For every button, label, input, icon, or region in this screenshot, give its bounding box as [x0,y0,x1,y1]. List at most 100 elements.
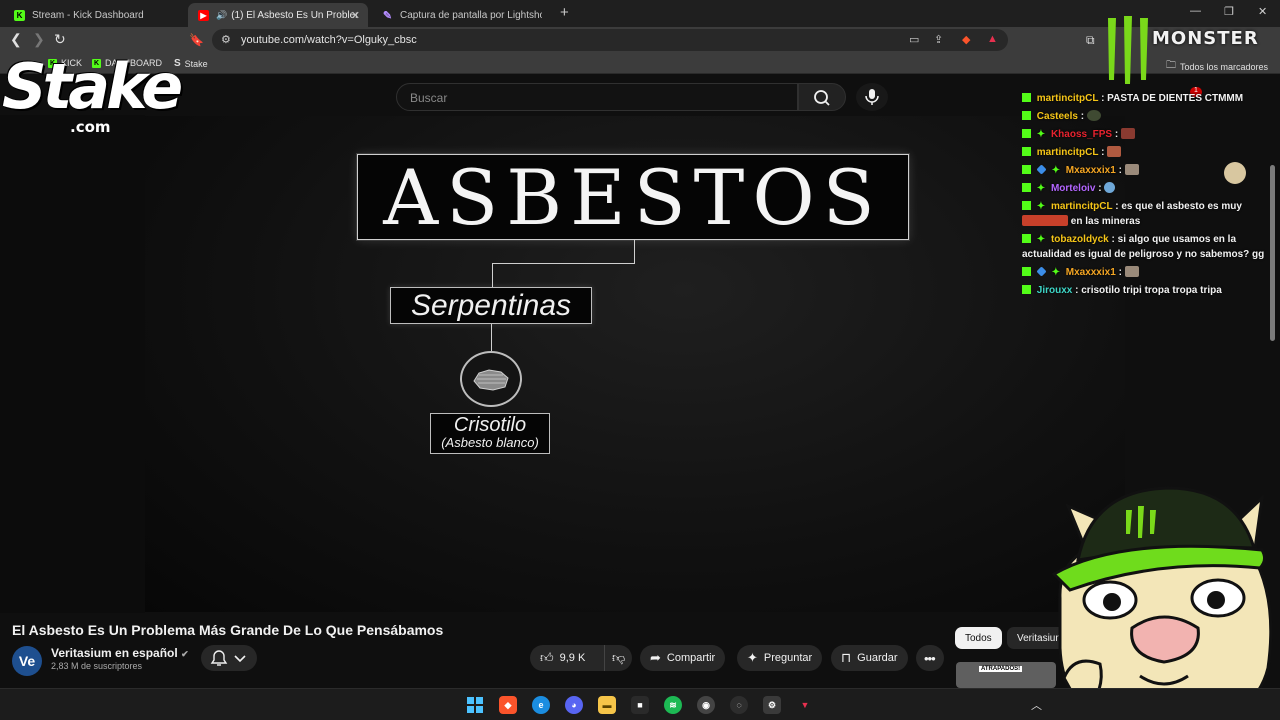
reload-icon[interactable]: ↻ [54,31,66,48]
node-main-label: Crisotilo [453,414,527,436]
new-tab-button[interactable]: + [560,4,569,21]
app-icon[interactable]: ◌ [730,696,748,714]
chat-user: martincitpCL [1036,93,1099,104]
search-button[interactable] [798,83,846,111]
like-button[interactable]: 👍︎ 9,9 K [530,645,604,671]
emote-icon [1022,215,1068,226]
subscriber-star-icon: ✦ [1051,165,1060,176]
sparkle-icon: ✦ [747,650,758,665]
kick-badge-icon [1022,234,1031,243]
thumbs-up-icon: 👍︎ [540,650,554,665]
video-player[interactable]: ASBESTOS Serpentinas Crisotilo (Asbesto … [145,116,1125,612]
channel-name[interactable]: Veritasium en español ✔ [51,646,189,660]
search-input[interactable]: Buscar [396,83,798,111]
subscriber-star-icon: ✦ [1051,267,1060,278]
chat-user: martincitpCL [1050,201,1113,212]
kick-badge-icon [1022,147,1031,156]
ask-button[interactable]: ✦ Preguntar [737,645,823,671]
close-tab-icon[interactable]: ✕ [351,9,360,22]
monster-claw-icon [1108,16,1148,84]
valorant-icon[interactable]: ▼ [796,696,814,714]
connector-line [492,263,493,287]
screen: K Stream - Kick Dashboard ▶ 🔊 (1) El Asb… [0,0,1280,720]
windows-start-icon[interactable] [466,696,484,714]
obs-icon[interactable]: ■ [631,696,649,714]
chat-text: : [1080,111,1085,122]
settings-icon[interactable]: ⚙ [763,696,781,714]
tab-label: (1) El Asbesto Es Un Problema [231,9,358,21]
file-explorer-icon[interactable]: ▬ [598,696,616,714]
mineral-rock-icon [460,351,522,407]
connector-line [491,324,492,351]
spotify-icon[interactable]: ≋ [664,696,682,714]
browser-toolbar: ❮ ❯ ↻ 🔖 ⚙ youtube.com/watch?v=Olguky_cbs… [0,27,1280,54]
share-button[interactable]: ➦ Compartir [640,645,726,671]
chat-text: : [1118,165,1122,176]
voice-search-button[interactable] [856,83,888,111]
emote-icon [1104,182,1116,193]
subscriber-star-icon: ✦ [1036,129,1046,140]
site-info-icon[interactable]: ⚙ [221,33,231,46]
brave-browser-icon[interactable]: ◆ [499,696,517,714]
chat-message: ✦ Morteloiv : [1022,181,1270,196]
diagram-node-serpentinas: Serpentinas [390,287,592,324]
address-bar[interactable]: ⚙ youtube.com/watch?v=Olguky_cbsc ▭ ⇪ ◆ … [212,29,1008,51]
system-tray-chevron-icon[interactable]: ︿ [1031,697,1042,713]
share-arrow-icon: ➦ [650,650,661,665]
forward-icon[interactable]: ❯ [33,31,45,48]
bookmark-label: Stake [184,58,208,69]
tab-label: Captura de pantalla por Lightshot [400,9,542,21]
chat-text: : [1101,147,1105,158]
kick-badge-icon [1022,285,1031,294]
save-button[interactable]: ⊓ Guardar [831,645,908,671]
chat-text: : PASTA DE DIENTES CTMMM [1101,93,1244,104]
chat-text: : [1098,183,1102,194]
chat-user: Jirouxx [1036,285,1073,296]
chat-message: ✦ martincitpCL : es que el asbesto es mu… [1022,199,1270,229]
brave-rewards-icon[interactable]: ▲ [987,33,998,45]
stake-domain: .com [70,118,111,136]
subscriber-star-icon: ✦ [1036,201,1046,212]
chat-user: Khaoss_FPS [1050,129,1113,140]
channel-avatar[interactable]: Ve [12,646,42,676]
channel-name-text: Veritasium en español [51,646,178,660]
save-icon: ⊓ [841,650,852,665]
chat-message: martincitpCL : [1022,145,1270,160]
emote-icon [1121,128,1135,139]
back-icon[interactable]: ❮ [10,31,22,48]
share-label: Compartir [666,652,716,664]
dislike-button[interactable]: 👎︎ [604,645,632,671]
cat-mascot-overlay [1040,478,1280,720]
emote-icon [1086,110,1101,121]
connector-line [492,263,635,264]
brave-shield-icon[interactable]: ◆ [962,33,970,46]
subscriber-count: 2,83 M de suscriptores [51,661,143,671]
emote-icon [1124,164,1139,175]
chat-message: ✦ tobazoldyck : si algo que usamos en la… [1022,232,1270,262]
bookmark-icon[interactable]: 🔖 [189,33,204,47]
like-count: 9,9 K [559,652,586,664]
subscriber-star-icon: ✦ [1036,183,1046,194]
chat-user: tobazoldyck [1050,234,1109,245]
cast-icon[interactable]: ▭ [909,33,919,46]
share-icon[interactable]: ⇪ [934,33,943,46]
stake-wordmark: Stake [2,50,183,123]
video-title: El Asbesto Es Un Problema Más Grande De … [12,622,444,638]
tab-lightshot[interactable]: ✎ Captura de pantalla por Lightshot [372,3,552,27]
windows-taskbar: ◆ e ◕ ▬ ■ ≋ ◉ ◌ ⚙ ▼ ︿ [0,688,1280,720]
chat-text: : [1118,267,1122,278]
edge-browser-icon[interactable]: e [532,696,550,714]
chip-all[interactable]: Todos [955,627,1002,649]
chat-text: : es que el asbesto es muy [1115,201,1242,212]
extensions-icon[interactable]: ⧉ [1086,33,1095,48]
discord-icon[interactable]: ◕ [565,696,583,714]
tab-youtube-asbestos[interactable]: ▶ 🔊 (1) El Asbesto Es Un Problema ✕ [188,3,368,27]
tab-kick-dashboard[interactable]: K Stream - Kick Dashboard [4,3,184,27]
page-scrollbar[interactable] [1270,165,1275,341]
more-actions-button[interactable]: ••• [916,645,944,671]
subscription-bell-button[interactable] [201,645,257,671]
kick-badge-icon [1022,201,1031,210]
thumbnail-caption: ATRAPADOS! [979,666,1023,672]
chrome-icon[interactable]: ◉ [697,696,715,714]
tab-label: Stream - Kick Dashboard [32,9,144,21]
